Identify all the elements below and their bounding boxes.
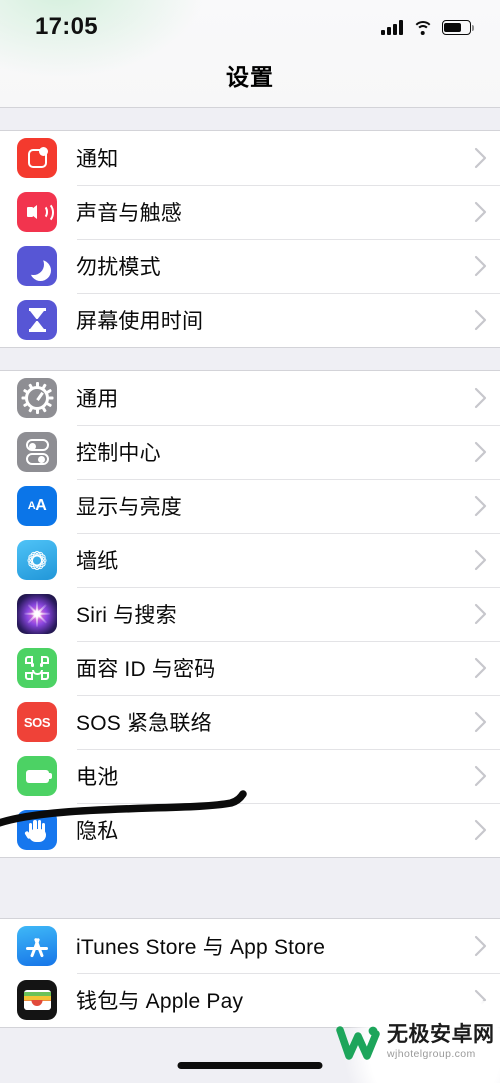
chevron-right-icon xyxy=(461,201,487,223)
chevron-right-icon xyxy=(461,935,487,957)
iphone-settings-screen: 17:05 设置 通知 声音与触感 勿扰模式 屏幕使用时间 通用 控制中心 A … xyxy=(0,0,500,1083)
row-label: 显示与亮度 xyxy=(76,496,182,519)
privacy-hand-icon xyxy=(17,810,57,850)
page-title: 设置 xyxy=(226,64,274,90)
settings-row-control-center[interactable]: 控制中心 xyxy=(0,425,500,479)
settings-row-wallpaper[interactable]: 墙纸 xyxy=(0,533,500,587)
sounds-haptics-icon xyxy=(17,192,57,232)
row-label: 通知 xyxy=(76,148,119,171)
wallet-icon xyxy=(17,980,57,1020)
row-label: Siri 与搜索 xyxy=(76,604,177,627)
cellular-bars-icon xyxy=(381,20,403,35)
settings-row-emergency-sos[interactable]: SOS SOS 紧急联络 xyxy=(0,695,500,749)
row-label: 面容 ID 与密码 xyxy=(76,658,216,681)
chevron-right-icon xyxy=(461,711,487,733)
row-label: SOS 紧急联络 xyxy=(76,712,212,735)
group-system: 通用 控制中心 AA 显示与亮度 墙纸 Siri 与搜索 面容 ID 与密码 S… xyxy=(0,370,500,858)
site-watermark: 无极安卓网 wjhotelgroup.com xyxy=(330,1001,500,1083)
chevron-right-icon xyxy=(461,549,487,571)
settings-row-itunes-app-store[interactable]: iTunes Store 与 App Store xyxy=(0,919,500,973)
status-bar-clock: 17:05 xyxy=(35,13,98,40)
status-bar-indicators xyxy=(381,20,474,36)
settings-row-do-not-disturb[interactable]: 勿扰模式 xyxy=(0,239,500,293)
group-spacer xyxy=(0,348,500,370)
row-label: 隐私 xyxy=(76,820,119,843)
group-alerts: 通知 声音与触感 勿扰模式 屏幕使用时间 xyxy=(0,130,500,348)
row-label: 控制中心 xyxy=(76,442,161,465)
settings-row-general[interactable]: 通用 xyxy=(0,371,500,425)
watermark-text: 无极安卓网 wjhotelgroup.com xyxy=(387,1024,495,1060)
wifi-icon xyxy=(412,20,433,36)
battery-icon xyxy=(442,20,474,35)
gear-icon xyxy=(17,378,57,418)
wallpaper-icon xyxy=(17,540,57,580)
row-label: 电池 xyxy=(76,766,119,789)
settings-row-notifications[interactable]: 通知 xyxy=(0,131,500,185)
chevron-right-icon xyxy=(461,657,487,679)
face-id-icon xyxy=(17,648,57,688)
watermark-url: wjhotelgroup.com xyxy=(387,1048,476,1061)
settings-row-display-brightness[interactable]: AA 显示与亮度 xyxy=(0,479,500,533)
notifications-icon xyxy=(17,138,57,178)
group-spacer xyxy=(0,858,500,918)
app-store-icon xyxy=(17,926,57,966)
settings-row-siri-search[interactable]: Siri 与搜索 xyxy=(0,587,500,641)
chevron-right-icon xyxy=(461,603,487,625)
group-spacer xyxy=(0,108,500,130)
chevron-right-icon xyxy=(461,255,487,277)
settings-list[interactable]: 通知 声音与触感 勿扰模式 屏幕使用时间 通用 控制中心 A A 显示与亮度 墙… xyxy=(0,108,500,1083)
watermark-logo-icon xyxy=(336,1022,380,1062)
navigation-header: 17:05 设置 xyxy=(0,0,500,108)
settings-row-battery[interactable]: 电池 xyxy=(0,749,500,803)
chevron-right-icon xyxy=(461,441,487,463)
settings-row-face-id-passcode[interactable]: 面容 ID 与密码 xyxy=(0,641,500,695)
control-center-icon xyxy=(17,432,57,472)
sos-icon: SOS xyxy=(17,702,57,742)
row-label: 墙纸 xyxy=(76,550,119,573)
settings-row-privacy[interactable]: 隐私 xyxy=(0,803,500,857)
chevron-right-icon xyxy=(461,495,487,517)
row-label: 通用 xyxy=(76,388,119,411)
row-label: iTunes Store 与 App Store xyxy=(76,936,326,959)
chevron-right-icon xyxy=(461,387,487,409)
settings-row-sounds-haptics[interactable]: 声音与触感 xyxy=(0,185,500,239)
chevron-right-icon xyxy=(461,765,487,787)
do-not-disturb-icon xyxy=(17,246,57,286)
display-brightness-icon: AA xyxy=(17,486,57,526)
battery-settings-icon xyxy=(17,756,57,796)
home-indicator xyxy=(177,1062,323,1069)
watermark-site-name: 无极安卓网 xyxy=(387,1023,495,1047)
chevron-right-icon xyxy=(461,147,487,169)
row-label: 声音与触感 xyxy=(76,202,182,225)
status-bar: 17:05 xyxy=(0,0,500,50)
row-label: 勿扰模式 xyxy=(76,256,161,279)
chevron-right-icon xyxy=(461,819,487,841)
screen-time-icon xyxy=(17,300,57,340)
row-label: 屏幕使用时间 xyxy=(76,310,204,333)
siri-icon xyxy=(17,594,57,634)
chevron-right-icon xyxy=(461,309,487,331)
settings-row-screen-time[interactable]: 屏幕使用时间 xyxy=(0,293,500,347)
